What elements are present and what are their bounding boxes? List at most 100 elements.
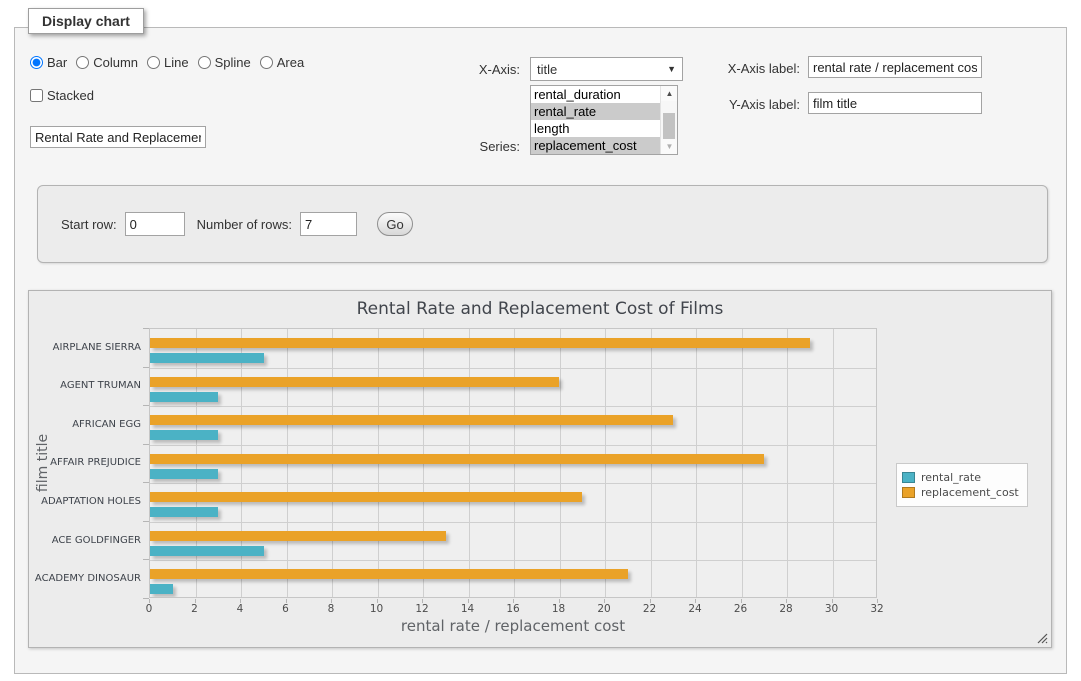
bar-replacement_cost <box>150 531 446 541</box>
y-tick-label: AFFAIR PREJUDICE <box>29 444 141 483</box>
number-of-rows-input[interactable] <box>300 212 357 236</box>
legend-item: replacement_cost <box>902 486 1019 499</box>
radio-line-input[interactable] <box>147 56 160 69</box>
y-tick-label: ACE GOLDFINGER <box>29 521 141 560</box>
x-tick-label: 8 <box>311 603 351 615</box>
x-tick-mark <box>695 599 696 603</box>
x-tick-mark <box>877 599 878 603</box>
x-axis-label-label: X-Axis label: <box>705 61 800 76</box>
x-tick-mark <box>286 599 287 603</box>
y-tick-label: AGENT TRUMAN <box>29 367 141 406</box>
bar-rental_rate <box>150 546 264 556</box>
x-tick-label: 14 <box>448 603 488 615</box>
stacked-checkbox-row: Stacked <box>30 88 94 103</box>
radio-line[interactable]: Line <box>147 55 189 70</box>
stacked-checkbox[interactable] <box>30 89 43 102</box>
rental-rate-swatch-icon <box>902 472 915 483</box>
x-tick-label: 30 <box>812 603 852 615</box>
gridline-horizontal <box>150 445 876 446</box>
listbox-scrollbar[interactable]: ▲ ▼ <box>660 86 677 154</box>
y-tick-label: ACADEMY DINOSAUR <box>29 559 141 598</box>
gridline-horizontal <box>150 560 876 561</box>
start-row-input[interactable] <box>125 212 185 236</box>
x-tick-mark <box>604 599 605 603</box>
series-option-rental-duration[interactable]: rental_duration <box>531 86 677 103</box>
legend-item: rental_rate <box>902 471 1019 484</box>
chart-panel: Rental Rate and Replacement Cost of Film… <box>28 290 1052 648</box>
x-tick-mark <box>195 599 196 603</box>
series-listbox[interactable]: rental_duration rental_rate length repla… <box>530 85 678 155</box>
radio-spline[interactable]: Spline <box>198 55 251 70</box>
y-tick-mark <box>143 405 149 406</box>
series-option-rental-rate[interactable]: rental_rate <box>531 103 677 120</box>
replacement-cost-swatch-icon <box>902 487 915 498</box>
radio-bar-label: Bar <box>47 55 67 70</box>
x-tick-mark <box>149 599 150 603</box>
legend-label: rental_rate <box>921 471 981 484</box>
start-row-label: Start row: <box>61 217 117 232</box>
gridline-horizontal <box>150 368 876 369</box>
x-axis-select[interactable]: title ▼ <box>530 57 683 81</box>
y-axis-label-input[interactable] <box>808 92 982 114</box>
x-tick-label: 32 <box>857 603 897 615</box>
radio-bar[interactable]: Bar <box>30 55 67 70</box>
gridline-horizontal <box>150 483 876 484</box>
x-tick-mark <box>650 599 651 603</box>
chart-title: Rental Rate and Replacement Cost of Film… <box>29 299 1051 319</box>
radio-area-label: Area <box>277 55 304 70</box>
bar-replacement_cost <box>150 454 764 464</box>
radio-column-input[interactable] <box>76 56 89 69</box>
series-option-length[interactable]: length <box>531 120 677 137</box>
radio-area-input[interactable] <box>260 56 273 69</box>
gridline-horizontal <box>150 406 876 407</box>
series-select-label: Series: <box>430 139 520 154</box>
x-tick-mark <box>513 599 514 603</box>
bar-rental_rate <box>150 507 218 517</box>
radio-column[interactable]: Column <box>76 55 138 70</box>
x-axis-label-input[interactable] <box>808 56 982 78</box>
chart-title-input[interactable] <box>30 126 206 148</box>
bar-rental_rate <box>150 430 218 440</box>
x-tick-label: 6 <box>266 603 306 615</box>
x-tick-mark <box>741 599 742 603</box>
y-tick-label: AIRPLANE SIERRA <box>29 328 141 367</box>
y-tick-mark <box>143 521 149 522</box>
go-button[interactable]: Go <box>377 212 413 236</box>
bar-rental_rate <box>150 353 264 363</box>
scrollbar-thumb[interactable] <box>663 113 675 139</box>
bar-replacement_cost <box>150 377 559 387</box>
x-tick-label: 2 <box>175 603 215 615</box>
x-tick-label: 10 <box>357 603 397 615</box>
chart-type-radio-group: Bar Column Line Spline Area <box>30 55 313 70</box>
resize-handle-icon[interactable] <box>1037 633 1048 644</box>
x-tick-mark <box>559 599 560 603</box>
x-tick-label: 28 <box>766 603 806 615</box>
x-tick-label: 0 <box>129 603 169 615</box>
radio-area[interactable]: Area <box>260 55 304 70</box>
x-tick-label: 20 <box>584 603 624 615</box>
radio-column-label: Column <box>93 55 138 70</box>
bar-rental_rate <box>150 469 218 479</box>
stacked-label: Stacked <box>47 88 94 103</box>
chart-legend: rental_rate replacement_cost <box>896 463 1028 507</box>
x-tick-mark <box>422 599 423 603</box>
number-of-rows-label: Number of rows: <box>197 217 292 232</box>
scroll-down-icon[interactable]: ▼ <box>661 139 678 154</box>
gridline-horizontal <box>150 522 876 523</box>
bar-rental_rate <box>150 584 173 594</box>
rows-panel: Start row: Number of rows: Go <box>37 185 1048 263</box>
x-tick-label: 12 <box>402 603 442 615</box>
radio-spline-input[interactable] <box>198 56 211 69</box>
x-tick-label: 26 <box>721 603 761 615</box>
x-axis-select-label: X-Axis: <box>430 62 520 77</box>
radio-bar-input[interactable] <box>30 56 43 69</box>
x-tick-label: 24 <box>675 603 715 615</box>
series-option-replacement-cost[interactable]: replacement_cost <box>531 137 677 154</box>
bar-replacement_cost <box>150 569 628 579</box>
x-tick-mark <box>240 599 241 603</box>
radio-spline-label: Spline <box>215 55 251 70</box>
radio-line-label: Line <box>164 55 189 70</box>
y-tick-mark <box>143 444 149 445</box>
scroll-up-icon[interactable]: ▲ <box>661 86 678 101</box>
fieldset-legend: Display chart <box>28 8 144 34</box>
